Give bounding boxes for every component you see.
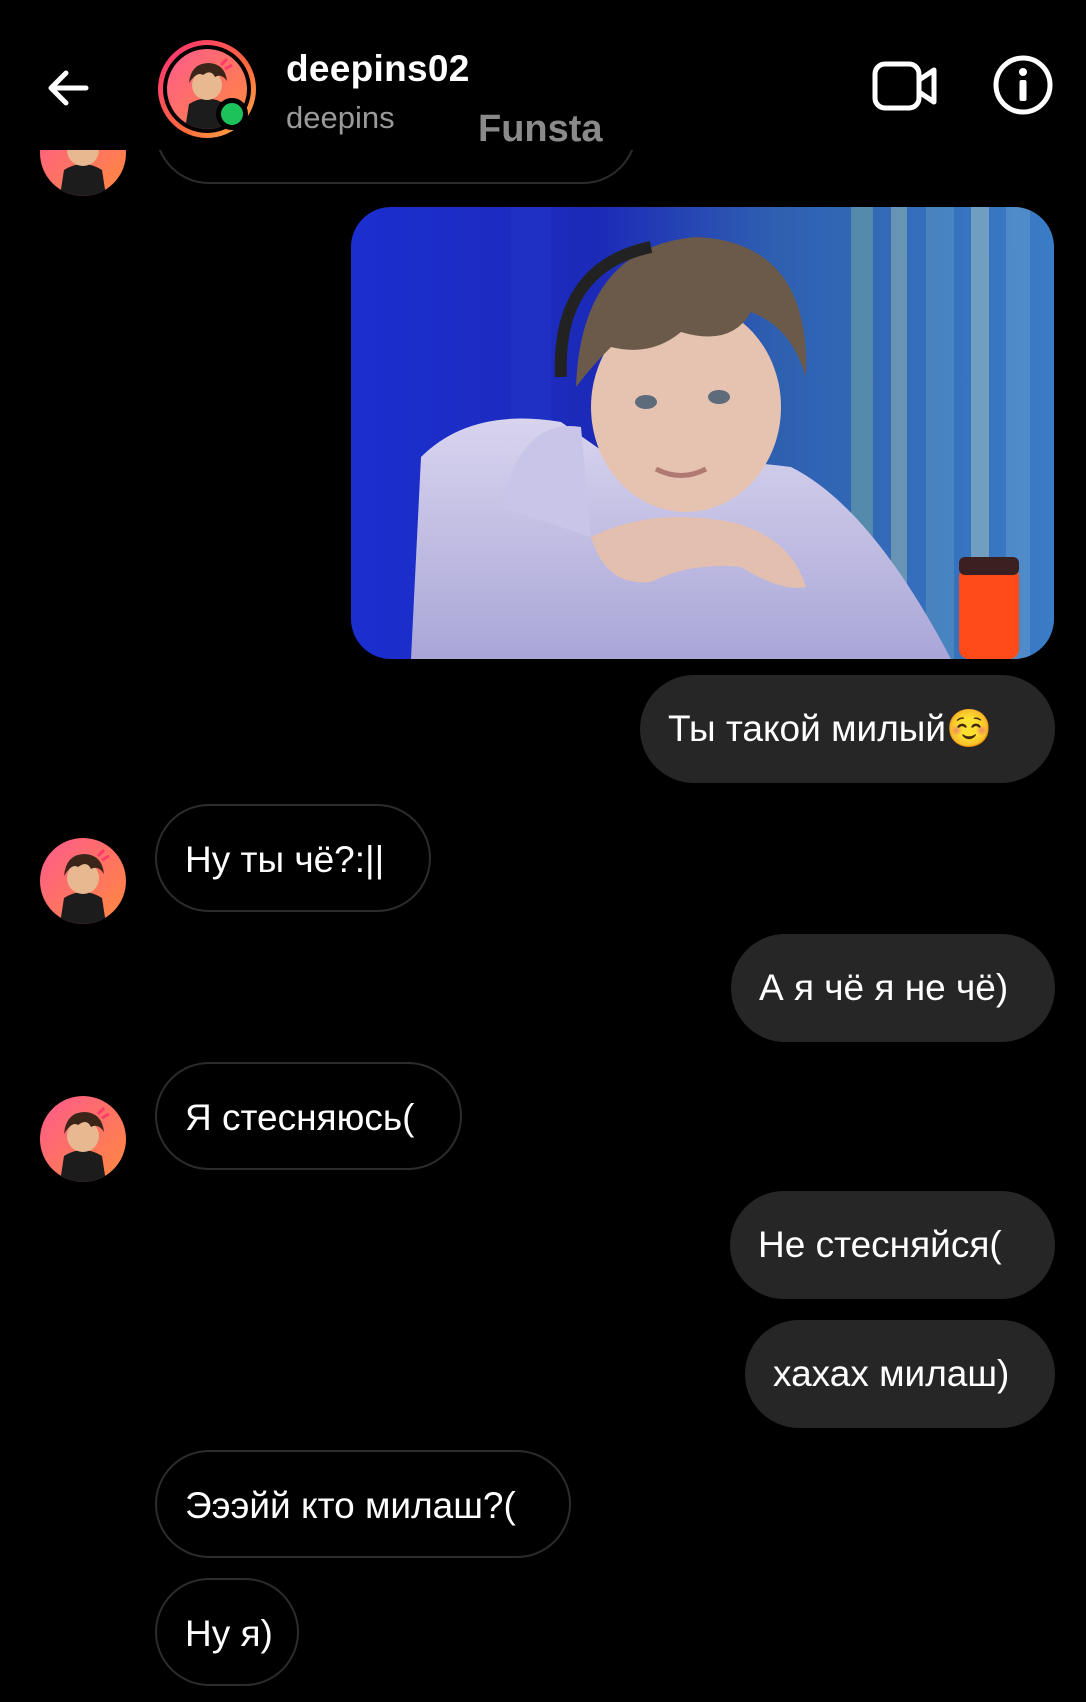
message-bubble-incoming[interactable]: Эээйй кто милаш?(: [155, 1450, 571, 1558]
info-icon[interactable]: [992, 54, 1054, 116]
chat-subtitle: deepins: [286, 100, 395, 135]
message-bubble-outgoing[interactable]: хахах милаш): [745, 1320, 1055, 1428]
funsta-watermark: Funsta: [478, 108, 603, 150]
back-arrow-icon[interactable]: [40, 60, 96, 116]
online-status-dot: [216, 98, 248, 130]
photo-message[interactable]: [351, 207, 1054, 659]
message-bubble-outgoing[interactable]: Не стесняйся(: [730, 1191, 1055, 1299]
message-bubble-incoming[interactable]: Ну я): [155, 1578, 299, 1686]
sender-avatar: [40, 1096, 126, 1182]
message-bubble-incoming[interactable]: Ну ты чё?:||: [155, 804, 431, 912]
message-bubble-incoming[interactable]: Я стесняюсь(: [155, 1062, 462, 1170]
chat-username[interactable]: deepins02: [286, 48, 470, 90]
message-bubble-outgoing[interactable]: Ты такой милый☺️: [640, 675, 1055, 783]
sender-avatar: [40, 838, 126, 924]
message-bubble-outgoing[interactable]: А я чё я не чё): [731, 934, 1055, 1042]
video-call-icon[interactable]: [872, 58, 938, 114]
